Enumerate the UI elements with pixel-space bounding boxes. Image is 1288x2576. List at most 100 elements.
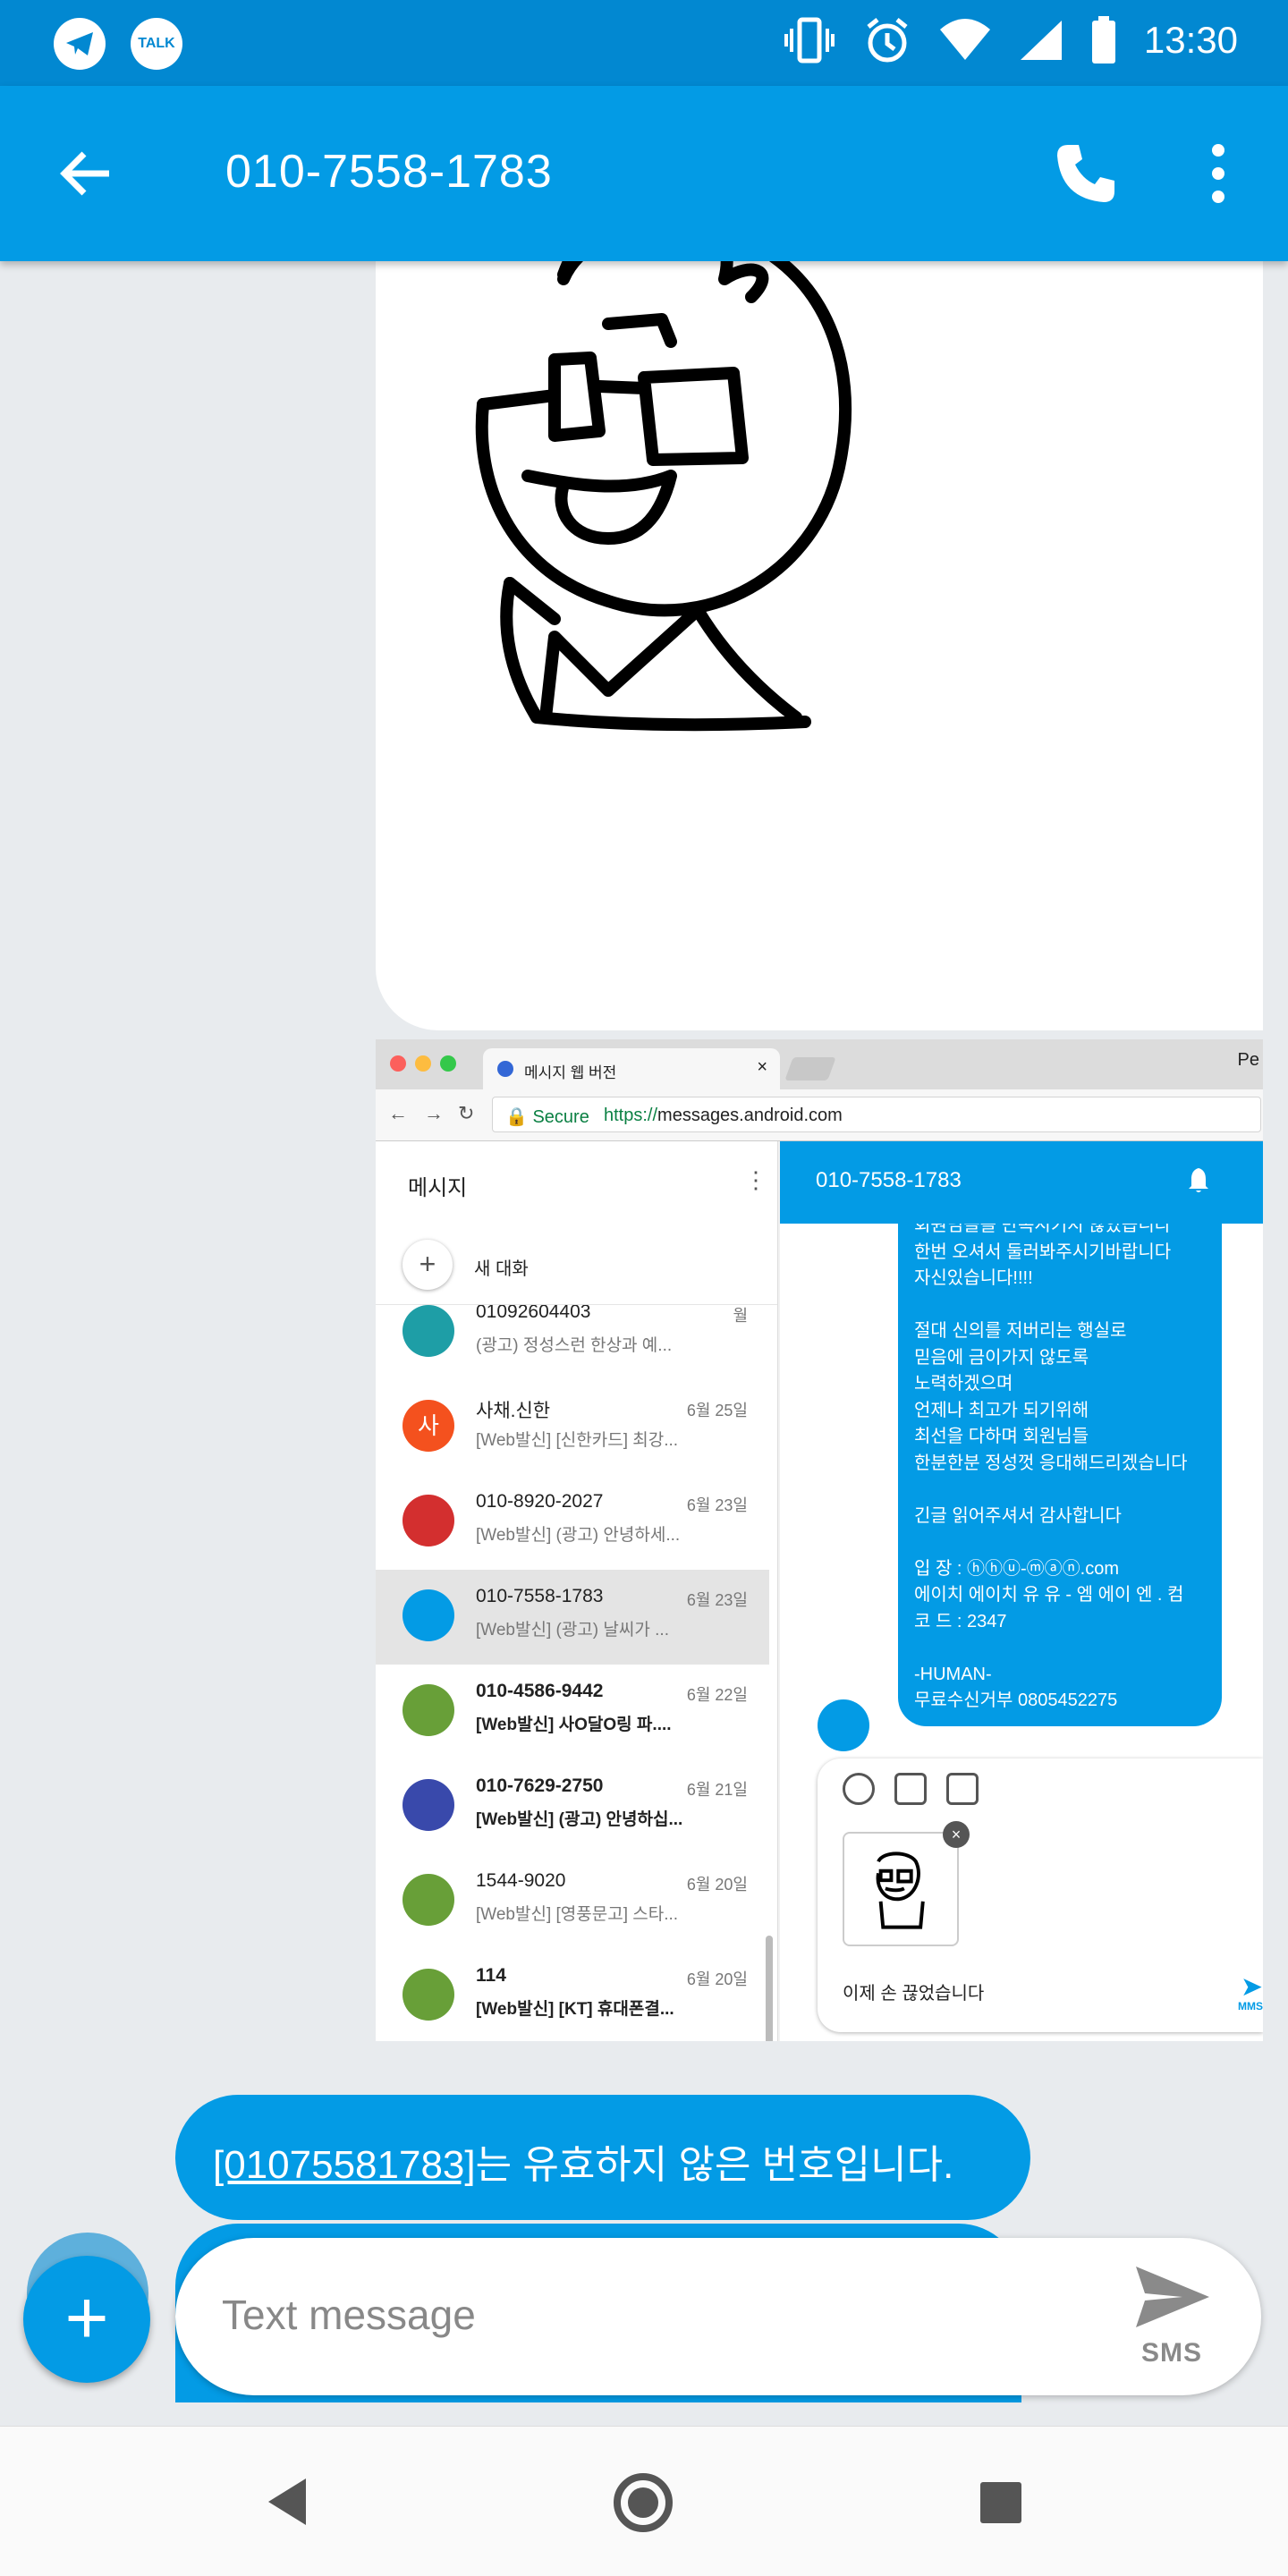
- conversation-date: 월: [733, 1307, 748, 1325]
- conversation-preview: [Web발신] (광고) 안녕하십...: [476, 1810, 683, 1829]
- signal-icon: [1019, 19, 1063, 62]
- tab-title: 메시지 웹 버전: [524, 1064, 617, 1081]
- browser-address-bar: ← → ↻ 🔒 Secure https://messages.android.…: [376, 1089, 1263, 1141]
- message-line: 에이치 에이치 유 유 - 엠 에이 엔 . 컴: [914, 1585, 1184, 1605]
- back-arrow-icon[interactable]: [54, 141, 118, 206]
- browser-forward-icon: →: [424, 1102, 444, 1124]
- back-icon[interactable]: [265, 2477, 309, 2527]
- message-line: 절대 신의를 저버리는 행실로: [914, 1321, 1127, 1341]
- secure-label: 🔒 Secure: [505, 1107, 589, 1127]
- clock: 13:30: [1143, 19, 1238, 61]
- conversation-preview: [Web발신] [영풍문고] 스타...: [476, 1905, 679, 1924]
- web-thread-pane: 010-7558-1783 회원님들을 만족시키지 않았습니다한번 오셔서 둘러…: [780, 1141, 1263, 2041]
- cropped-edge-text: Pe: [1237, 1050, 1259, 1070]
- messages-favicon-icon: [497, 1061, 513, 1077]
- conversation-date: 6월 22일: [686, 1686, 748, 1704]
- web-send-icon: ➤: [1240, 1972, 1263, 2002]
- message-line: 무료수신거부 0805452275: [914, 1690, 1118, 1710]
- alarm-icon: [863, 16, 911, 64]
- send-sms-label[interactable]: SMS: [1141, 2338, 1202, 2368]
- conversation-date: 6월 21일: [686, 1781, 748, 1799]
- message-line: 회원님들을 만족시키지 않았습니다: [914, 1224, 1172, 1235]
- conversation-name: 1544-9020: [476, 1870, 566, 1891]
- web-composer: × 이제 손 끊었습니다 ➤ MMS: [818, 1758, 1263, 2032]
- sticker-icon: [894, 1773, 927, 1805]
- contact-avatar-icon: [402, 1589, 454, 1641]
- conversation-preview: [Web발신] [KT] 휴대폰결...: [476, 2000, 674, 2019]
- message-line: 최선을 다하며 회원님들: [914, 1427, 1089, 1446]
- remove-attachment-icon: ×: [943, 1821, 970, 1848]
- conversation-preview: [Web발신] (광고) 날씨가 ...: [476, 1621, 669, 1640]
- cartoon-face-drawing: [475, 261, 852, 732]
- web-conversation-item: 010-7629-2750 [Web발신] (광고) 안녕하십... 6월 21일: [376, 1759, 769, 1854]
- more-vert-icon[interactable]: [1199, 140, 1238, 208]
- url-text: https://messages.android.com: [604, 1106, 843, 1126]
- message-text: 는 유효하지 않은 번호입니다.: [475, 2143, 954, 2187]
- conversation-name: 114: [476, 1965, 506, 1986]
- message-input[interactable]: [220, 2277, 1025, 2352]
- message-line: 입 장 : ⓗⓗⓤ-ⓜⓐⓝ.com: [914, 1558, 1120, 1579]
- recents-icon[interactable]: [980, 2482, 1021, 2523]
- message-line: [914, 1635, 1206, 1662]
- system-navigation-bar: [0, 2426, 1288, 2576]
- url-field: 🔒 Secure https://messages.android.com: [492, 1097, 1261, 1132]
- contact-avatar-icon: [402, 1969, 454, 2021]
- message-line: 코 드 : 2347: [914, 1611, 1007, 1631]
- bell-icon: [1189, 1168, 1208, 1192]
- emoji-icon: [843, 1773, 875, 1805]
- web-thread-header: 010-7558-1783: [780, 1141, 1263, 1224]
- app-bar: 010-7558-1783: [0, 86, 1288, 261]
- web-send-label: MMS: [1238, 2000, 1263, 2012]
- message-line: 긴글 읽어주셔서 감사합니다: [914, 1505, 1122, 1526]
- attachment-thumbnail: [843, 1832, 959, 1946]
- compose-bar: SMS: [175, 2238, 1261, 2395]
- conversation-name: 01092604403: [476, 1304, 591, 1322]
- conversation-name: 010-7558-1783: [476, 1586, 604, 1606]
- vibrate-icon: [783, 16, 836, 64]
- browser-reload-icon: ↻: [458, 1102, 475, 1124]
- image-message-drawing[interactable]: [376, 261, 1263, 1030]
- web-received-message: 회원님들을 만족시키지 않았습니다 한번 오셔서 둘러봐주시기바랍니다 자신있습니다…: [898, 1224, 1222, 1726]
- telegram-icon: [54, 18, 106, 70]
- system-icons: 13:30: [783, 16, 1238, 64]
- message-line: [914, 1292, 1206, 1319]
- web-conversation-list-pane: 메시지 ⋮ + 새 대화 01092604403 (광고) 정성스런 한상과 예.…: [376, 1141, 778, 2041]
- conversation-date: 6월 25일: [686, 1402, 748, 1419]
- add-attachment-button[interactable]: +: [23, 2256, 150, 2383]
- web-more-icon: ⋮: [744, 1166, 767, 1193]
- web-conversation-item: 114 [Web발신] [KT] 휴대폰결... 6월 20일: [376, 1949, 769, 2041]
- conversation-view[interactable]: 메시지 웹 버전 × Pe ← → ↻ 🔒 Secure https://mes…: [0, 261, 1288, 2426]
- notification-icons: TALK: [54, 18, 182, 70]
- call-icon[interactable]: [1052, 140, 1120, 208]
- contact-avatar-icon: 사: [402, 1400, 454, 1452]
- conversation-preview: (광고) 정성스런 한상과 예...: [476, 1336, 673, 1355]
- wifi-icon: [938, 19, 992, 62]
- conversation-date: 6월 23일: [686, 1591, 748, 1609]
- contact-avatar-icon: [402, 1874, 454, 1926]
- web-list-scrollbar: [766, 1936, 773, 2041]
- home-icon[interactable]: [614, 2473, 673, 2532]
- phone-number-link[interactable]: [01075581783]: [213, 2143, 476, 2187]
- message-line: 한번 오셔서 둘러봐주시기바랍니다: [914, 1241, 1172, 1262]
- web-conversation-item: 010-8920-2027 [Web발신] (광고) 안녕하세... 6월 23일: [376, 1475, 769, 1570]
- send-icon[interactable]: [1134, 2265, 1211, 2329]
- message-line: 믿음에 금이가지 않도록: [914, 1347, 1089, 1368]
- browser-tab-strip: 메시지 웹 버전 × Pe: [376, 1039, 1263, 1089]
- message-line: 한분한분 정성껏 응대해드리겠습니다: [914, 1453, 1188, 1473]
- message-bubble-invalid-number[interactable]: [01075581783]는 유효하지 않은 번호입니다.: [175, 2095, 1030, 2220]
- tab-close-icon: ×: [757, 1057, 767, 1077]
- image-message-screenshot[interactable]: 메시지 웹 버전 × Pe ← → ↻ 🔒 Secure https://mes…: [376, 1039, 1263, 2041]
- conversation-name: 010-4586-9442: [476, 1681, 604, 1701]
- web-composer-text: 이제 손 끊었습니다: [843, 1984, 985, 2004]
- conversation-date: 6월 23일: [686, 1496, 748, 1514]
- message-line: [914, 1530, 1206, 1556]
- web-conversation-item: 010-7558-1783 [Web발신] (광고) 날씨가 ... 6월 23일: [376, 1570, 769, 1665]
- conversation-name: 010-8920-2027: [476, 1491, 604, 1512]
- web-composer-icons: [843, 1773, 979, 1805]
- browser-tab: 메시지 웹 버전 ×: [483, 1048, 780, 1089]
- browser-back-icon: ←: [388, 1102, 408, 1124]
- new-tab-icon: [784, 1057, 836, 1080]
- url-protocol: https://: [604, 1106, 658, 1125]
- window-close-dot: [390, 1055, 406, 1072]
- conversation-preview: [Web발신] (광고) 안녕하세...: [476, 1526, 681, 1545]
